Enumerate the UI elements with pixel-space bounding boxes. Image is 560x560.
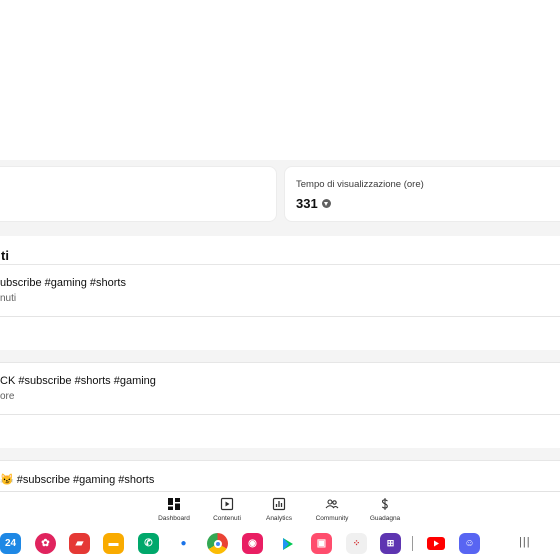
system-taskbar: 24 ✿ ▰ ▬ ✆ ● ◉ ▣ ⁘ ⊞ ☺ ||| bbox=[0, 527, 560, 560]
galaxy-store-app-icon[interactable]: ▣ bbox=[311, 533, 332, 554]
header-blank-area bbox=[0, 0, 560, 160]
video-card[interactable]: CK #subscribe #shorts #gaming ore bbox=[0, 362, 560, 448]
stat-value-text: 331 bbox=[296, 196, 318, 211]
nav-dashboard[interactable]: Dashboard bbox=[144, 497, 204, 522]
phone-app-icon[interactable]: ✆ bbox=[138, 533, 159, 554]
video-subtitle: nuti bbox=[0, 293, 17, 304]
nav-community[interactable]: Community bbox=[302, 497, 362, 522]
screen-recorder-app-icon[interactable]: ◉ bbox=[242, 533, 263, 554]
nav-label: Guadagna bbox=[369, 515, 401, 522]
dashboard-icon bbox=[168, 498, 180, 510]
video-title: CK #subscribe #shorts #gaming bbox=[0, 375, 156, 387]
analytics-icon bbox=[272, 497, 286, 511]
nav-label: Analytics bbox=[265, 515, 292, 522]
youtube-logo bbox=[426, 537, 445, 550]
calendar-date: 24 bbox=[4, 538, 17, 549]
stat-card-watch-time[interactable]: Tempo di visualizzazione (ore) 331 bbox=[284, 166, 560, 222]
flower-app-icon[interactable]: ✿ bbox=[35, 533, 56, 554]
discord-app-icon[interactable]: ☺ bbox=[459, 533, 480, 554]
nav-analytics[interactable]: Analytics bbox=[249, 497, 309, 522]
video-subtitle: ore bbox=[0, 391, 15, 402]
files-app-icon[interactable]: ▬ bbox=[103, 533, 124, 554]
nav-label: Dashboard bbox=[158, 515, 190, 522]
stat-label-watch-time: Tempo di visualizzazione (ore) bbox=[296, 179, 424, 190]
stat-card-left[interactable] bbox=[0, 166, 277, 222]
taskbar-separator bbox=[412, 536, 413, 551]
messages-app-icon[interactable]: ● bbox=[173, 533, 194, 554]
nav-content[interactable]: Contenuti bbox=[197, 497, 257, 522]
video-title: 😼 #subscribe #gaming #shorts bbox=[0, 474, 155, 486]
calendar-app-icon[interactable]: 24 bbox=[0, 533, 21, 554]
recents-button[interactable]: ||| bbox=[519, 536, 531, 548]
content-section: ti ubscribe #gaming #shorts nuti CK #sub… bbox=[0, 228, 560, 500]
chrome-center bbox=[213, 539, 222, 548]
dice-app-icon[interactable]: ⁘ bbox=[346, 533, 367, 554]
play-store-app-icon[interactable] bbox=[277, 533, 298, 554]
nav-earn[interactable]: Guadagna bbox=[355, 497, 415, 522]
play-triangle bbox=[282, 537, 293, 550]
nav-label: Contenuti bbox=[213, 515, 241, 522]
earn-icon bbox=[381, 498, 388, 510]
trend-down-icon bbox=[321, 199, 331, 208]
community-icon bbox=[325, 499, 339, 509]
bottom-navigation: Dashboard Contenuti Analytics Community … bbox=[0, 491, 560, 527]
chrome-app-icon[interactable] bbox=[207, 533, 228, 554]
good-lock-app-icon[interactable]: ⊞ bbox=[380, 533, 401, 554]
video-card-footer bbox=[0, 415, 560, 448]
video-card[interactable]: ubscribe #gaming #shorts nuti bbox=[0, 264, 560, 350]
notes-app-icon[interactable]: ▰ bbox=[69, 533, 90, 554]
content-icon bbox=[220, 497, 234, 511]
video-card-footer bbox=[0, 317, 560, 350]
video-title: ubscribe #gaming #shorts bbox=[0, 277, 126, 289]
youtube-app-icon[interactable] bbox=[425, 533, 446, 554]
stat-value-watch-time: 331 bbox=[296, 196, 331, 211]
nav-label: Community bbox=[315, 515, 349, 522]
